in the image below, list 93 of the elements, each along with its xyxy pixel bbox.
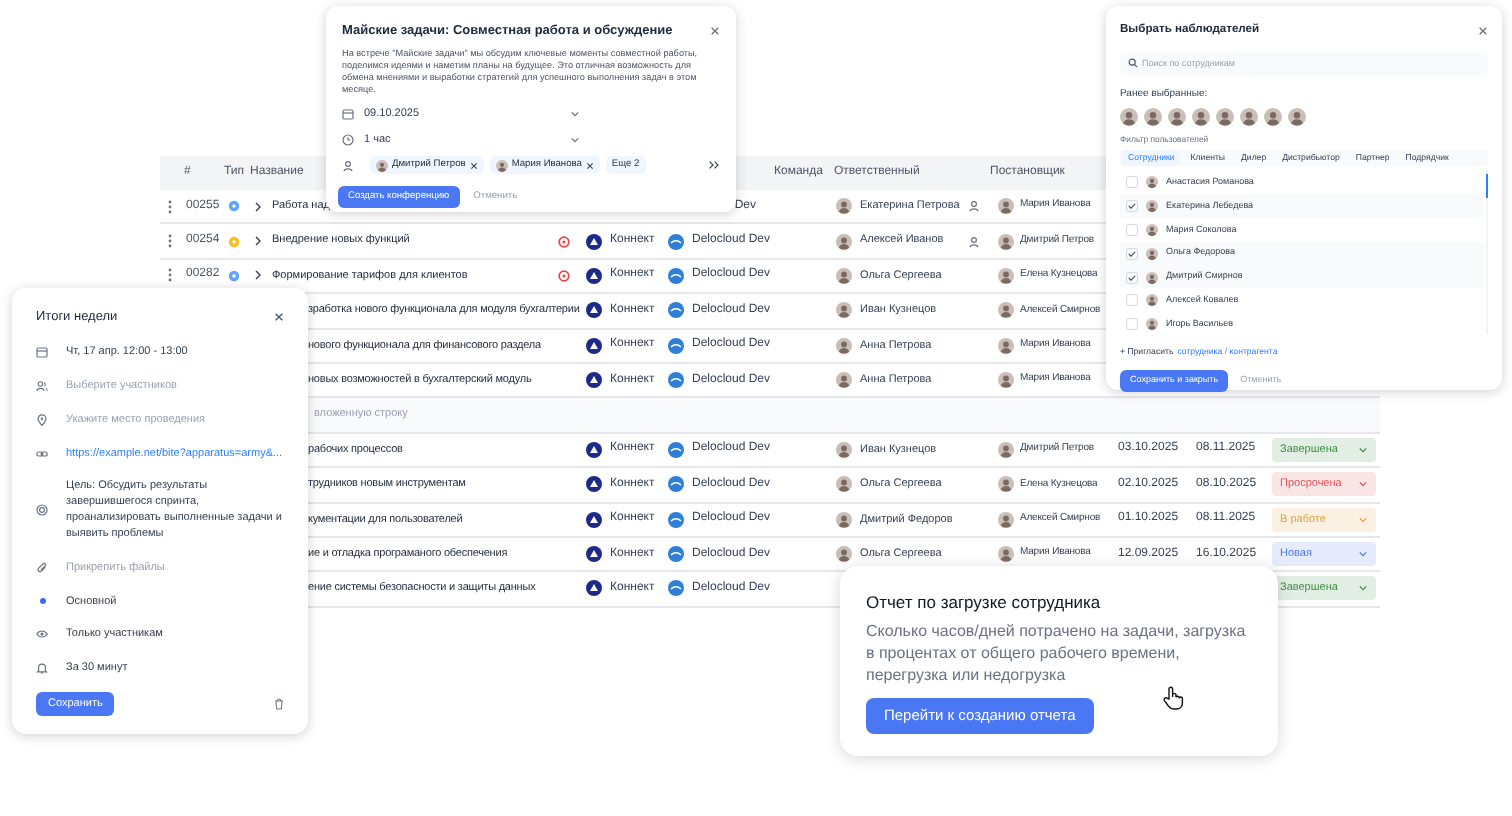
avatar-icon (376, 159, 388, 172)
company-logo-icon (668, 546, 684, 563)
product-logo-icon (586, 267, 602, 284)
avatar-icon (1240, 108, 1258, 127)
avatar-icon (1146, 200, 1158, 213)
avatar-icon (1146, 176, 1158, 189)
avatar-icon (1120, 108, 1138, 127)
avatar-icon (1288, 108, 1306, 127)
caret-icon (1358, 515, 1368, 524)
user-icon (342, 159, 354, 172)
avatar-icon (836, 372, 852, 389)
avatar-icon (836, 546, 852, 563)
avatar-icon (998, 372, 1014, 389)
product-logo-icon (586, 372, 602, 389)
close-icon[interactable] (585, 161, 594, 170)
close-icon[interactable] (274, 312, 284, 323)
close-icon[interactable] (469, 161, 478, 170)
avatar-icon (1264, 108, 1282, 127)
avatar-icon (836, 267, 852, 284)
avatar-icon (836, 302, 852, 319)
avatar-icon (1144, 108, 1162, 127)
company-logo-icon (668, 337, 684, 354)
drag-handle-icon[interactable] (168, 234, 172, 249)
checkbox[interactable] (1126, 200, 1138, 213)
card-description: Сколько часов/дней потрачено на задачи, загрузка в процентах от общего рабочего времени, перегрузка или недогрузка (866, 619, 1248, 686)
caret-icon (1358, 480, 1368, 489)
scrollbar-thumb[interactable] (1486, 174, 1488, 199)
caret-icon (570, 136, 580, 145)
target-icon (36, 504, 48, 517)
card-title: Отчет по загрузке сотрудника (866, 590, 1103, 616)
company-logo-icon (668, 302, 684, 319)
bell-icon (36, 662, 48, 675)
company-logo-icon (668, 476, 684, 493)
link-icon (36, 447, 48, 460)
users-icon (36, 380, 48, 393)
product-logo-icon (586, 476, 602, 493)
search-icon (1128, 58, 1138, 69)
company-logo-icon (668, 441, 684, 458)
eye-icon (36, 628, 48, 641)
avatar-icon (1146, 318, 1158, 331)
avatar-icon (836, 198, 852, 215)
product-logo-icon (586, 337, 602, 354)
avatar-icon (1146, 294, 1158, 307)
avatar-icon (998, 198, 1014, 215)
avatar-icon (998, 511, 1014, 528)
company-logo-icon (668, 511, 684, 528)
avatar-icon (1168, 108, 1186, 127)
drag-handle-icon[interactable] (168, 268, 172, 283)
avatar-icon (836, 511, 852, 528)
avatar-icon (998, 302, 1014, 319)
product-logo-icon (586, 302, 602, 319)
avatar-icon (836, 337, 852, 354)
calendar-icon (36, 346, 48, 359)
checkbox[interactable] (1126, 247, 1138, 260)
caret-icon (1358, 550, 1368, 559)
drag-handle-icon[interactable] (168, 199, 172, 214)
location-pin-icon (36, 413, 48, 426)
avatar-icon (998, 267, 1014, 284)
double-chevron-icon[interactable] (708, 160, 720, 171)
company-logo-icon (668, 267, 684, 284)
clock-icon (342, 134, 354, 147)
avatar-icon (998, 546, 1014, 563)
hand-cursor-icon (1162, 686, 1184, 710)
avatar-icon (836, 233, 852, 250)
avatar-icon (1146, 247, 1158, 260)
trash-icon[interactable] (274, 698, 284, 710)
paperclip-icon (36, 561, 48, 574)
avatar-icon (998, 476, 1014, 493)
avatar-icon (998, 441, 1014, 458)
close-icon[interactable] (710, 26, 720, 37)
product-logo-icon (586, 511, 602, 528)
company-logo-icon (668, 580, 684, 597)
avatar-icon (998, 233, 1014, 250)
product-logo-icon (586, 580, 602, 597)
caret-icon (1358, 584, 1368, 593)
avatar-icon (998, 337, 1014, 354)
caret-icon (1358, 445, 1368, 454)
product-logo-icon (586, 441, 602, 458)
company-logo-icon (668, 233, 684, 250)
company-logo-icon (668, 372, 684, 389)
avatar-icon (1216, 108, 1234, 127)
avatar-icon (836, 476, 852, 493)
close-icon[interactable] (1478, 25, 1488, 36)
avatar-icon (495, 159, 508, 172)
product-logo-icon (586, 233, 602, 250)
avatar-icon (1146, 271, 1158, 284)
product-logo-icon (586, 546, 602, 563)
caret-icon (570, 109, 580, 118)
calendar-icon (342, 107, 354, 120)
avatar-icon (836, 441, 852, 458)
checkbox[interactable] (1126, 271, 1138, 284)
avatar-icon (1146, 223, 1158, 236)
avatar-icon (1192, 108, 1210, 127)
